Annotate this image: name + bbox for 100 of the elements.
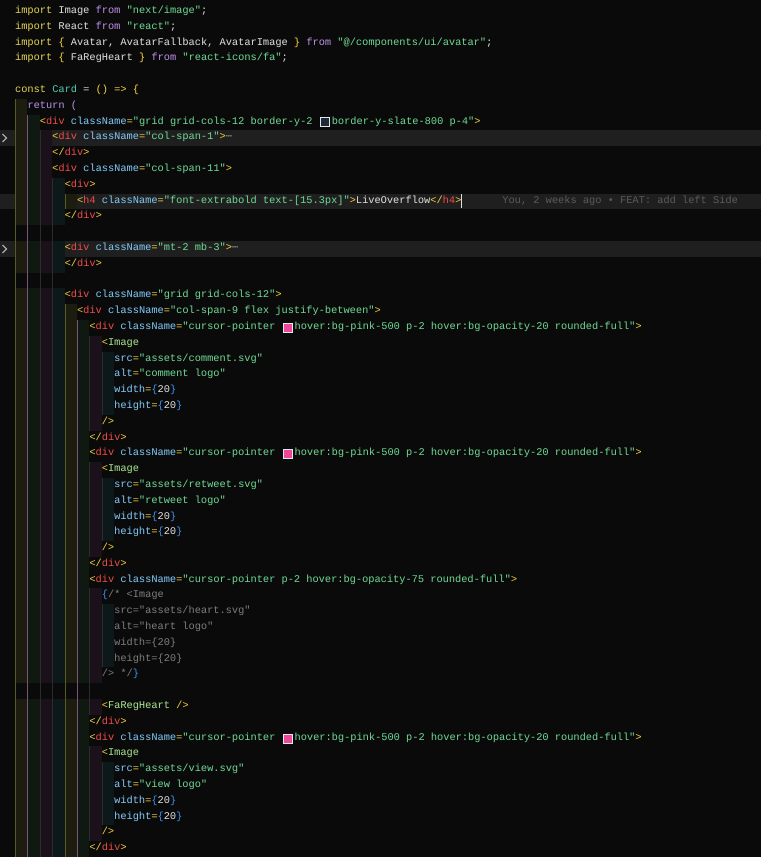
indent-guide <box>102 478 114 494</box>
code-line: import { Avatar, AvatarFallback, AvatarImage } from "@/components/ui/avatar"; <box>15 36 492 51</box>
code-line: src="assets/retweet.svg" <box>114 478 263 493</box>
code-line: <FaRegHeart /> <box>102 699 189 714</box>
indent-guide <box>64 699 77 715</box>
indent-guide <box>76 667 90 684</box>
code-line: height={20} <box>114 398 182 414</box>
indent-guide <box>89 699 102 715</box>
code-line: </div> <box>89 430 127 446</box>
code-line: <div className="cursor-pointer <box>89 730 276 746</box>
indent-guide <box>52 209 65 226</box>
indent-guide <box>89 414 102 431</box>
code-line: <div className="col-span-1">⋯ <box>52 130 232 146</box>
indent-guide <box>15 98 28 115</box>
indent-guide <box>52 240 65 257</box>
code-line: <div className="grid grid-cols-12"> <box>64 288 282 304</box>
code-line: import { FaRegHeart } from "react-icons/fa"; <box>15 51 288 66</box>
code-line: src="assets/view.svg" <box>114 762 244 778</box>
indent-guide <box>52 288 65 304</box>
color-swatch[interactable] <box>282 734 292 744</box>
code-line: {/* <Image <box>102 588 164 604</box>
code-line: src="assets/heart.svg" <box>114 604 250 620</box>
indent-guide <box>27 667 40 684</box>
code-line: const Card = () => { <box>15 82 139 98</box>
chevron-right-icon[interactable] <box>1 133 8 144</box>
code-line: width={20} <box>114 383 176 398</box>
indent-guide <box>40 130 52 146</box>
code-line: hover:bg-pink-500 p-2 hover:bg-opacity-20 rounded-full"> <box>294 446 642 462</box>
code-line: /> <box>102 541 114 556</box>
code-line: alt="heart logo" <box>114 620 214 636</box>
code-line: <div className="mt-2 mb-3">⋯ <box>64 240 238 256</box>
indent-guide <box>40 841 52 857</box>
code-line: <div className="cursor-pointer <box>89 320 276 335</box>
indent-guide <box>15 699 28 715</box>
code-line: height={20} <box>114 652 182 667</box>
code-line: </div> <box>89 841 127 856</box>
code-line: alt="retweet logo" <box>114 494 226 509</box>
indent-guide <box>27 114 40 130</box>
indent-guide <box>52 178 65 194</box>
indent-guide <box>40 209 52 226</box>
indent-guide <box>40 667 52 684</box>
code-line: src="assets/comment.svg" <box>114 352 263 367</box>
indent-guide <box>76 699 90 715</box>
chevron-right-icon[interactable] <box>1 244 8 254</box>
indent-guide <box>64 194 77 210</box>
indent-guide <box>102 604 114 620</box>
code-line: import React from "react"; <box>15 20 176 35</box>
indent-guide <box>89 541 102 557</box>
code-line: <div className="cursor-pointer p-2 hover:bg-opacity-75 rounded-full"> <box>89 572 518 588</box>
code-line: width={20} <box>114 510 176 524</box>
indent-guide <box>102 352 114 368</box>
indent-guide <box>64 304 77 320</box>
code-line: height={20} <box>114 810 182 825</box>
indent-guide <box>15 256 28 273</box>
indent-guide <box>40 288 52 304</box>
code-line: <Image <box>102 746 139 762</box>
code-line: </div> <box>89 714 127 730</box>
indent-guide <box>40 699 52 715</box>
code-line: <div className="cursor-pointer <box>89 446 276 462</box>
indent-guide <box>76 320 90 336</box>
code-line: alt="view logo" <box>114 778 208 794</box>
code-line: </div> <box>64 256 102 272</box>
code-line: <div> <box>64 178 96 193</box>
color-swatch[interactable] <box>320 117 330 128</box>
code-line: border-y-slate-800 p-4"> <box>332 114 480 130</box>
indent-guide <box>52 256 65 273</box>
indent-guide <box>102 762 114 778</box>
indent-guide <box>52 667 65 684</box>
indent-guide <box>64 667 77 684</box>
code-line: /> <box>102 825 114 840</box>
indent-guide <box>15 841 28 857</box>
code-line: hover:bg-pink-500 p-2 hover:bg-opacity-20 rounded-full"> <box>294 730 642 746</box>
blame-annotation: You, 2 weeks ago • FEAT: add left Side <box>502 195 738 208</box>
code-line: </div> <box>89 556 127 572</box>
code-line: <div className="grid grid-cols-12 border-y-2 <box>40 114 314 130</box>
indent-guide <box>64 841 77 857</box>
code-line: return ( <box>27 98 77 114</box>
code-line: <Image <box>102 336 139 351</box>
code-line: <div className="col-span-11"> <box>52 162 232 177</box>
code-line: width={20} <box>114 636 176 651</box>
indent-guide <box>52 699 65 715</box>
code-line: <h4 className="font-extrabold text-[15.3px]">LiveOverflow</h4> <box>76 194 462 209</box>
color-swatch[interactable] <box>282 449 292 460</box>
indent-guide <box>15 240 28 257</box>
code-line: hover:bg-pink-500 p-2 hover:bg-opacity-20 rounded-full"> <box>294 320 642 335</box>
indent-guide <box>89 588 102 604</box>
code-line: <Image <box>102 462 139 478</box>
indent-guide <box>27 288 40 304</box>
indent-guide <box>89 667 102 684</box>
code-line: <div className="col-span-9 flex justify-between"> <box>76 304 381 320</box>
indent-guide <box>76 841 90 857</box>
code-line: </div> <box>52 146 90 162</box>
indent-guide <box>27 256 40 273</box>
indent-guide <box>89 825 102 842</box>
indent-guide <box>15 209 28 226</box>
indent-guide <box>15 667 28 684</box>
indent-guide <box>27 841 40 857</box>
indent-guide <box>40 240 52 257</box>
color-swatch[interactable] <box>282 322 292 333</box>
indent-guide <box>27 209 40 226</box>
